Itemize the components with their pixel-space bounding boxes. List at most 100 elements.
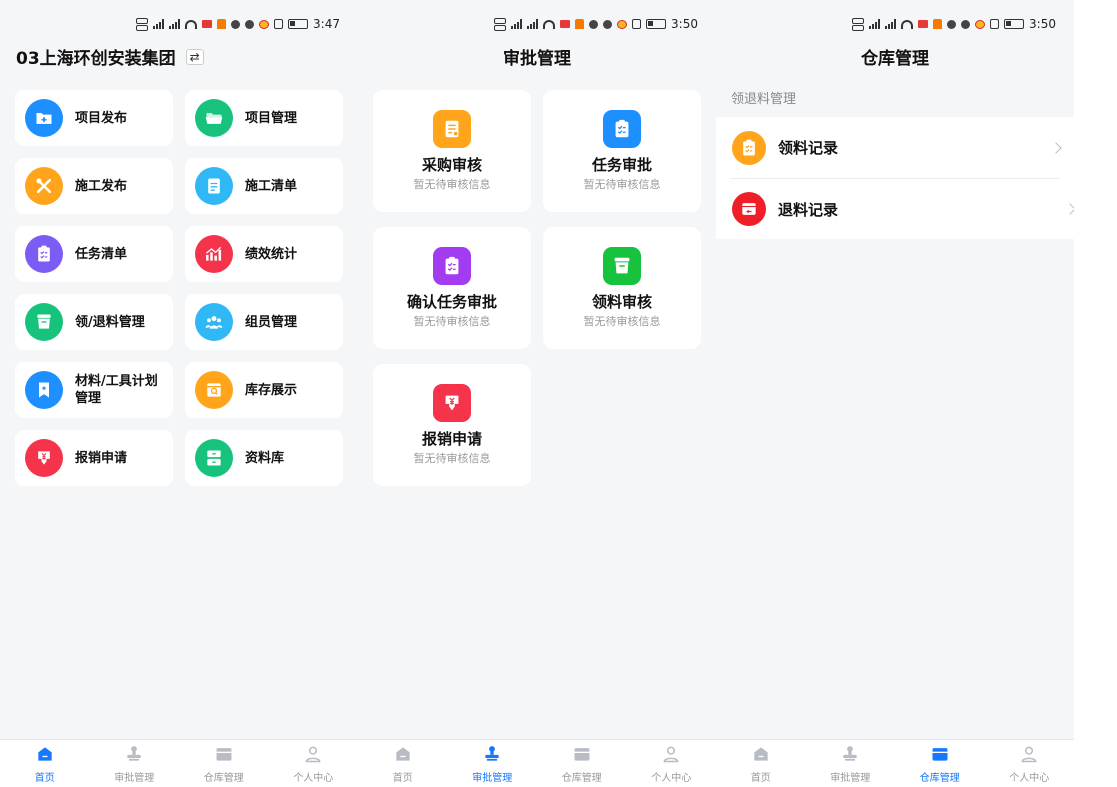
tab-label: 首页	[750, 772, 771, 784]
menu-item-label: 报销申请	[75, 450, 128, 466]
approval-card-status: 暂无待审核信息	[583, 178, 661, 191]
approval-card[interactable]: 确认任务审批 暂无待审核信息	[373, 227, 531, 349]
tab-label: 仓库管理	[203, 772, 244, 784]
status-bar: 3:50	[852, 14, 1056, 34]
tab-warehouse[interactable]: 仓库管理	[895, 740, 985, 787]
purchase-icon	[433, 110, 471, 148]
menu-item-label: 项目管理	[245, 110, 298, 126]
signal-icon	[153, 19, 165, 29]
menu-item[interactable]: 材料/工具计划管理	[15, 362, 173, 418]
signal-icon	[869, 19, 881, 29]
menu-grid: 项目发布 项目管理施工发布 施工清单任务清单 绩效统计 领/退料管理 组员管理 材料/工具计…	[15, 90, 343, 486]
tab-stamp[interactable]: 审批管理	[90, 740, 180, 787]
record-row[interactable]: 退料记录	[730, 178, 1074, 239]
menu-item[interactable]: 库存展示	[185, 362, 343, 418]
tab-user[interactable]: 个人中心	[269, 740, 359, 787]
menu-item[interactable]: 领/退料管理	[15, 294, 173, 350]
tab-home[interactable]: 首页	[716, 740, 806, 787]
approval-card-title: 任务审批	[591, 156, 652, 174]
folder-add-icon	[25, 99, 63, 137]
menu-item[interactable]: 项目发布	[15, 90, 173, 146]
wifi-icon	[185, 19, 198, 29]
menu-item[interactable]: 任务清单	[15, 226, 173, 282]
approval-card[interactable]: 报销申请 暂无待审核信息	[373, 364, 531, 486]
approval-card[interactable]: 采购审核 暂无待审核信息	[373, 90, 531, 212]
basket-icon	[603, 247, 641, 285]
warehouse-icon	[572, 744, 592, 767]
menu-item[interactable]: 组员管理	[185, 294, 343, 350]
company-title: 03上海环创安装集团	[16, 49, 176, 69]
status-time: 3:50	[1029, 17, 1056, 31]
tab-home[interactable]: 首页	[358, 740, 448, 787]
tab-label: 个人中心	[293, 772, 334, 784]
stamp-icon	[840, 744, 860, 767]
tab-label: 首页	[392, 772, 413, 784]
yuan-down-icon	[433, 384, 471, 422]
battery-icon	[288, 19, 309, 29]
record-row[interactable]: 领料记录	[716, 117, 1074, 178]
notification-icon	[560, 20, 571, 28]
weibo-icon	[259, 19, 270, 29]
tab-stamp[interactable]: 审批管理	[806, 740, 896, 787]
stamp-icon	[124, 744, 144, 767]
folder-open-icon	[195, 99, 233, 137]
menu-item[interactable]: 施工清单	[185, 158, 343, 214]
page-title: 审批管理	[503, 49, 571, 69]
menu-item-label: 项目发布	[75, 110, 128, 126]
chart-icon	[195, 235, 233, 273]
menu-item[interactable]: 施工发布	[15, 158, 173, 214]
status-bar: 3:47	[136, 14, 340, 34]
approval-card-title: 领料审核	[591, 293, 652, 311]
tab-label: 审批管理	[472, 772, 513, 784]
weibo-icon	[617, 19, 628, 29]
weibo-icon	[975, 19, 986, 29]
tab-warehouse[interactable]: 仓库管理	[179, 740, 269, 787]
home-icon	[393, 744, 413, 767]
app-icon	[603, 19, 613, 29]
user-icon	[1019, 744, 1039, 767]
home-icon	[751, 744, 771, 767]
battery-icon	[1004, 19, 1025, 29]
menu-item-label: 施工清单	[245, 178, 298, 194]
app-icon	[961, 19, 971, 29]
tab-bar: 首页 审批管理 仓库管理 个人中心	[358, 739, 716, 787]
notification-icon	[575, 19, 585, 29]
cabinet-icon	[195, 439, 233, 477]
record-row-label: 退料记录	[778, 200, 839, 219]
menu-item-label: 库存展示	[245, 382, 298, 398]
tab-user[interactable]: 个人中心	[985, 740, 1075, 787]
signal-icon	[511, 19, 523, 29]
record-row-label: 领料记录	[778, 139, 839, 157]
approval-card[interactable]: 领料审核暂无待审核信息	[543, 227, 701, 349]
tab-label: 仓库管理	[561, 772, 602, 784]
tab-stamp[interactable]: 审批管理	[448, 740, 538, 787]
box-search-icon	[195, 371, 233, 409]
tab-user[interactable]: 个人中心	[627, 740, 717, 787]
swap-icon[interactable]: ⇄	[185, 48, 204, 65]
menu-item-label: 施工发布	[75, 178, 128, 194]
tools-icon	[25, 167, 63, 205]
menu-item[interactable]: 资料库	[185, 430, 343, 486]
nfc-icon	[990, 19, 1000, 29]
warehouse-screen: 3:50 仓库管理 领退料管理 领料记录 退料记录 首页 审批管理 仓库管理 个人中心	[716, 0, 1074, 787]
wifi-icon	[543, 19, 556, 29]
approval-card-title: 确认任务审批	[406, 293, 497, 311]
tab-home[interactable]: 首页	[0, 740, 90, 787]
menu-item[interactable]: 绩效统计	[185, 226, 343, 282]
signal-icon	[527, 19, 539, 29]
approval-card[interactable]: 任务审批暂无待审核信息	[543, 90, 701, 212]
menu-item-label: 材料/工具计划管理	[75, 374, 158, 406]
home-screen: 3:47 03上海环创安装集团 ⇄ 项目发布 项目管理施工发布 施工清单任务清单 绩效…	[0, 0, 358, 787]
tab-label: 审批管理	[830, 772, 871, 784]
approval-card-status: 暂无待审核信息	[583, 315, 661, 328]
return-icon	[732, 192, 766, 226]
clipboard-check-icon	[603, 110, 641, 148]
record-list: 领料记录 退料记录	[716, 117, 1074, 239]
menu-item[interactable]: 项目管理	[185, 90, 343, 146]
menu-item[interactable]: 报销申请	[15, 430, 173, 486]
home-icon	[35, 744, 55, 767]
menu-item-label: 任务清单	[75, 246, 128, 262]
hd-icon	[494, 17, 507, 31]
tab-warehouse[interactable]: 仓库管理	[537, 740, 627, 787]
approval-card-status: 暂无待审核信息	[413, 452, 491, 465]
